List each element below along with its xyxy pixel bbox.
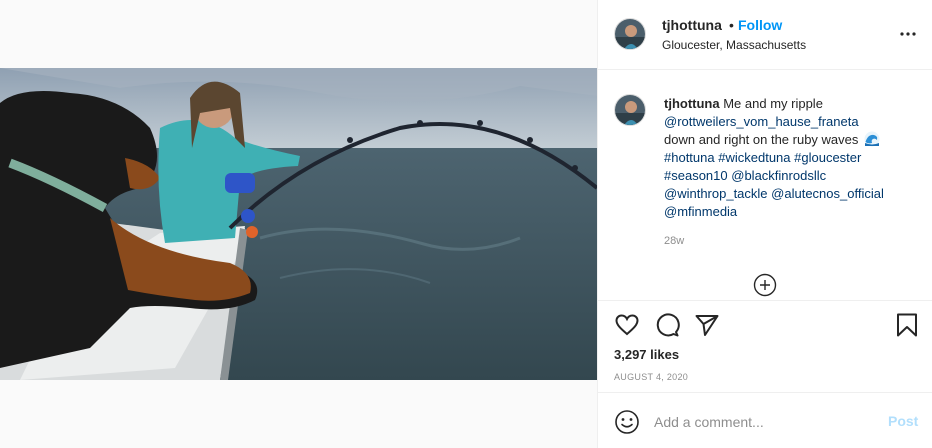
caption-text: tjhottuna Me and my ripple @rottweilers_… xyxy=(664,95,914,221)
post-comment-button[interactable]: Post xyxy=(888,413,918,429)
post-side-panel: tjhottuna • Follow Gloucester, Massachus… xyxy=(597,0,932,448)
separator-dot: • xyxy=(729,17,734,33)
follow-button[interactable]: Follow xyxy=(738,17,782,33)
caption-time-ago[interactable]: 28w xyxy=(664,235,684,247)
post-header: tjhottuna • Follow Gloucester, Massachus… xyxy=(598,0,932,70)
comment-icon[interactable] xyxy=(654,312,680,338)
mention-link[interactable]: @rottweilers_vom_hause_franeta xyxy=(664,113,914,131)
heart-icon[interactable] xyxy=(614,312,640,338)
caption-username[interactable]: tjhottuna xyxy=(664,96,720,111)
more-options-icon[interactable] xyxy=(896,22,920,46)
hashtag-link[interactable]: #hottuna xyxy=(664,150,715,165)
caption-line: Me and my ripple xyxy=(723,96,823,111)
photo-column xyxy=(0,0,597,448)
mention-link[interactable]: @alutecnos_official xyxy=(771,186,884,201)
mention-link[interactable]: @mfinmedia xyxy=(664,203,914,221)
hashtag-link[interactable]: #gloucester xyxy=(794,150,861,165)
load-more-comments-icon[interactable] xyxy=(753,273,777,297)
author-username[interactable]: tjhottuna xyxy=(662,17,722,33)
author-avatar[interactable] xyxy=(614,18,646,50)
hashtag-link[interactable]: #wickedtuna xyxy=(718,150,790,165)
caption-avatar[interactable] xyxy=(614,94,646,126)
caption-section: tjhottuna Me and my ripple @rottweilers_… xyxy=(598,70,932,300)
wave-emoji-icon xyxy=(864,131,880,147)
mention-link[interactable]: @winthrop_tackle xyxy=(664,186,768,201)
post-location[interactable]: Gloucester, Massachusetts xyxy=(662,38,806,52)
mention-link[interactable]: @blackfinrodsllc xyxy=(731,168,826,183)
paper-plane-icon[interactable] xyxy=(694,312,720,338)
likes-count[interactable]: 3,297 likes xyxy=(614,347,679,362)
post-photo[interactable] xyxy=(0,68,597,380)
post-actions: 3,297 likes AUGUST 4, 2020 xyxy=(598,300,932,392)
caption-line: down and right on the ruby waves xyxy=(664,132,859,147)
post-date[interactable]: AUGUST 4, 2020 xyxy=(614,372,688,382)
bookmark-icon[interactable] xyxy=(894,312,920,338)
hashtag-link[interactable]: #season10 xyxy=(664,168,728,183)
comment-input[interactable] xyxy=(654,411,874,433)
emoji-icon[interactable] xyxy=(614,409,640,435)
comment-bar: Post xyxy=(598,392,932,448)
